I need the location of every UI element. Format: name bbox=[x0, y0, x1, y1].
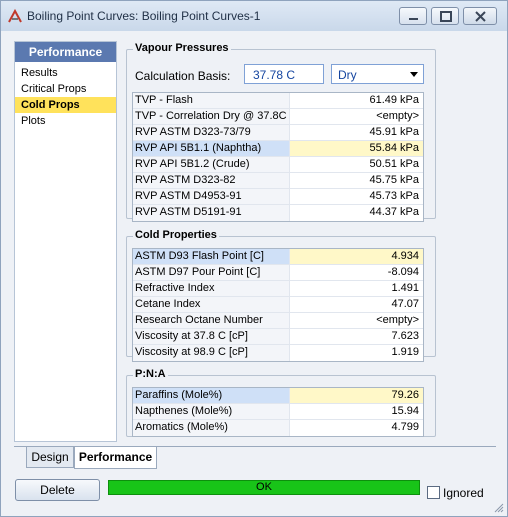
maximize-button[interactable] bbox=[431, 7, 459, 25]
pna-table: Paraffins (Mole%) 79.26 Napthenes (Mole%)… bbox=[132, 387, 424, 437]
calculation-basis-label: Calculation Basis: bbox=[135, 69, 231, 83]
row-label: RVP ASTM D323-73/79 bbox=[133, 125, 290, 140]
row-label: RVP API 5B1.1 (Naphtha) bbox=[133, 141, 290, 156]
tab-performance[interactable]: Performance bbox=[74, 447, 157, 469]
row-label: RVP ASTM D4953-91 bbox=[133, 189, 290, 204]
status-bar: OK bbox=[108, 480, 420, 495]
table-row: RVP ASTM D323-73/79 45.91 kPa bbox=[133, 125, 423, 141]
row-label: Aromatics (Mole%) bbox=[133, 420, 290, 436]
row-value[interactable]: 44.37 kPa bbox=[290, 205, 423, 221]
cold-properties-group: Cold Properties ASTM D93 Flash Point [C]… bbox=[126, 229, 436, 362]
table-row: RVP API 5B1.2 (Crude) 50.51 kPa bbox=[133, 157, 423, 173]
table-row: Viscosity at 98.9 C [cP] 1.919 bbox=[133, 345, 423, 361]
boiling-point-app-icon bbox=[8, 8, 22, 23]
calculation-basis-dropdown[interactable]: Dry bbox=[331, 64, 424, 84]
row-label: RVP API 5B1.2 (Crude) bbox=[133, 157, 290, 172]
nav-item-results[interactable]: Results bbox=[15, 65, 116, 81]
row-value[interactable]: 45.75 kPa bbox=[290, 173, 423, 188]
table-row: RVP ASTM D323-82 45.75 kPa bbox=[133, 173, 423, 189]
row-label: Refractive Index bbox=[133, 281, 290, 296]
row-label: Viscosity at 37.8 C [cP] bbox=[133, 329, 290, 344]
close-icon bbox=[475, 11, 486, 22]
row-value[interactable]: 4.934 bbox=[290, 249, 423, 264]
row-value[interactable]: <empty> bbox=[290, 109, 423, 124]
row-label: Cetane Index bbox=[133, 297, 290, 312]
row-label: RVP ASTM D323-82 bbox=[133, 173, 290, 188]
row-value[interactable]: -8.094 bbox=[290, 265, 423, 280]
table-row: TVP - Flash 61.49 kPa bbox=[133, 93, 423, 109]
row-value[interactable]: 79.26 bbox=[290, 388, 423, 403]
table-row: RVP ASTM D4953-91 45.73 kPa bbox=[133, 189, 423, 205]
nav-item-plots[interactable]: Plots bbox=[15, 113, 116, 129]
delete-button[interactable]: Delete bbox=[15, 479, 100, 501]
pna-title: P:N:A bbox=[133, 368, 168, 380]
minimize-icon bbox=[409, 18, 418, 20]
table-row: TVP - Correlation Dry @ 37.8C <empty> bbox=[133, 109, 423, 125]
minimize-button[interactable] bbox=[399, 7, 427, 25]
table-row: Paraffins (Mole%) 79.26 bbox=[133, 388, 423, 404]
pna-group: P:N:A Paraffins (Mole%) 79.26 Napthenes (… bbox=[126, 368, 436, 437]
row-label: Paraffins (Mole%) bbox=[133, 388, 290, 403]
table-row: Refractive Index 1.491 bbox=[133, 281, 423, 297]
row-label: Napthenes (Mole%) bbox=[133, 404, 290, 419]
row-label: ASTM D93 Flash Point [C] bbox=[133, 249, 290, 264]
resize-grip-icon[interactable] bbox=[494, 503, 504, 513]
row-label: Research Octane Number bbox=[133, 313, 290, 328]
row-value[interactable]: 4.799 bbox=[290, 420, 423, 436]
row-value[interactable]: 15.94 bbox=[290, 404, 423, 419]
table-row: Viscosity at 37.8 C [cP] 7.623 bbox=[133, 329, 423, 345]
nav-item-critical-props[interactable]: Critical Props bbox=[15, 81, 116, 97]
vapour-pressures-table: TVP - Flash 61.49 kPa TVP - Correlation D… bbox=[132, 92, 424, 222]
row-value[interactable]: 7.623 bbox=[290, 329, 423, 344]
performance-nav-panel: Performance Results Critical Props Cold … bbox=[14, 41, 117, 442]
row-value[interactable]: 45.91 kPa bbox=[290, 125, 423, 140]
table-row: ASTM D97 Pour Point [C] -8.094 bbox=[133, 265, 423, 281]
ignored-label: Ignored bbox=[443, 486, 484, 500]
row-label: ASTM D97 Pour Point [C] bbox=[133, 265, 290, 280]
maximize-icon bbox=[440, 11, 452, 22]
table-row: RVP ASTM D5191-91 44.37 kPa bbox=[133, 205, 423, 221]
boiling-point-curves-window: Boiling Point Curves: Boiling Point Curv… bbox=[0, 0, 508, 517]
row-label: TVP - Flash bbox=[133, 93, 290, 108]
table-row: RVP API 5B1.1 (Naphtha) 55.84 kPa bbox=[133, 141, 423, 157]
row-value[interactable]: 45.73 kPa bbox=[290, 189, 423, 204]
table-row: Cetane Index 47.07 bbox=[133, 297, 423, 313]
table-row: Research Octane Number <empty> bbox=[133, 313, 423, 329]
cold-properties-title: Cold Properties bbox=[133, 229, 219, 241]
row-value[interactable]: 61.49 kPa bbox=[290, 93, 423, 108]
nav-header: Performance bbox=[15, 42, 116, 62]
row-label: RVP ASTM D5191-91 bbox=[133, 205, 290, 221]
close-button[interactable] bbox=[463, 7, 497, 25]
row-value[interactable]: 1.919 bbox=[290, 345, 423, 361]
calculation-basis-selected: Dry bbox=[338, 68, 357, 82]
ignored-checkbox[interactable] bbox=[427, 486, 440, 499]
vapour-pressures-group: Vapour Pressures Calculation Basis: 37.7… bbox=[126, 42, 436, 222]
title-bar[interactable]: Boiling Point Curves: Boiling Point Curv… bbox=[1, 1, 507, 31]
window-title: Boiling Point Curves: Boiling Point Curv… bbox=[27, 9, 261, 23]
row-value[interactable]: <empty> bbox=[290, 313, 423, 328]
row-value[interactable]: 1.491 bbox=[290, 281, 423, 296]
table-row: ASTM D93 Flash Point [C] 4.934 bbox=[133, 249, 423, 265]
table-row: Napthenes (Mole%) 15.94 bbox=[133, 404, 423, 420]
tab-design[interactable]: Design bbox=[26, 447, 74, 468]
dropdown-arrow-icon[interactable] bbox=[410, 72, 418, 77]
nav-item-cold-props[interactable]: Cold Props bbox=[15, 97, 116, 113]
table-row: Aromatics (Mole%) 4.799 bbox=[133, 420, 423, 436]
row-value[interactable]: 55.84 kPa bbox=[290, 141, 423, 156]
row-value[interactable]: 50.51 kPa bbox=[290, 157, 423, 172]
row-label: TVP - Correlation Dry @ 37.8C bbox=[133, 109, 290, 124]
row-value[interactable]: 47.07 bbox=[290, 297, 423, 312]
calculation-basis-temperature-field[interactable]: 37.78 C bbox=[244, 64, 324, 84]
cold-properties-table: ASTM D93 Flash Point [C] 4.934 ASTM D97 P… bbox=[132, 248, 424, 362]
row-label: Viscosity at 98.9 C [cP] bbox=[133, 345, 290, 361]
vapour-pressures-title: Vapour Pressures bbox=[133, 42, 231, 54]
